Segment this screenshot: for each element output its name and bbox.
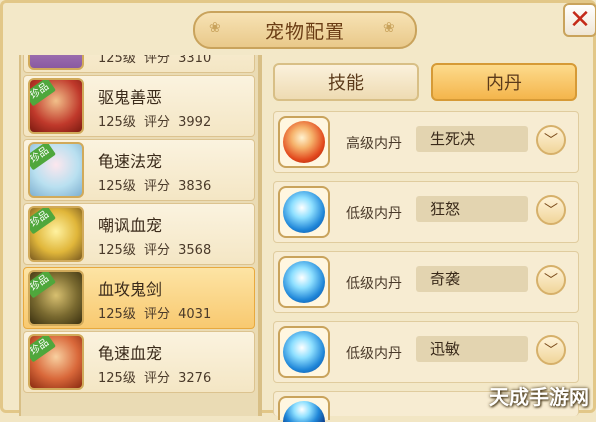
pet-avatar — [28, 55, 84, 70]
inner-core-level: 低级内丹 — [346, 346, 402, 362]
inner-core-name: 奇袭 — [416, 266, 528, 292]
right-ornament-icon: ❀ — [383, 20, 396, 36]
inner-core-level: 高级内丹 — [346, 136, 402, 152]
inner-core-icon-frame[interactable] — [278, 116, 330, 168]
rare-badge: 珍品 — [30, 272, 56, 299]
rare-badge: 珍品 — [30, 208, 56, 235]
chevron-down-icon: ﹀ — [544, 273, 558, 289]
chevron-down-icon: ﹀ — [544, 133, 558, 149]
pet-name: 龟速法宠 — [98, 152, 163, 171]
pet-avatar: 珍品 — [28, 206, 84, 262]
chevron-down-icon: ﹀ — [544, 203, 558, 219]
expand-button[interactable]: ﹀ — [536, 125, 566, 155]
watermark: 天成手游网 — [489, 385, 589, 409]
pet-config-window: ❀ 宠物配置 ❀ ✕ 125级 评分 3310 珍品 驱鬼善恶 125级 评分 … — [0, 0, 596, 422]
pet-list-item[interactable]: 珍品 驱鬼善恶 125级 评分 3992 — [23, 75, 255, 137]
pet-stats: 125级 评分 3276 — [98, 371, 212, 386]
pet-list-scrollbar[interactable] — [258, 55, 262, 416]
pet-name: 驱鬼善恶 — [98, 88, 163, 107]
rare-badge: 珍品 — [30, 80, 56, 107]
ice-orb-icon — [283, 331, 325, 373]
rare-badge: 珍品 — [30, 336, 56, 363]
tab-inner-core[interactable]: 内丹 — [431, 63, 577, 101]
pet-list-item[interactable]: 珍品 嘲讽血宠 125级 评分 3568 — [23, 203, 255, 265]
close-button[interactable]: ✕ — [563, 3, 596, 37]
pet-stats: 125级 评分 3568 — [98, 243, 212, 258]
close-icon: ✕ — [569, 5, 591, 35]
pet-stats: 125级 评分 3836 — [98, 179, 212, 194]
pet-stats: 125级 评分 4031 — [98, 307, 212, 322]
fire-orb-icon — [283, 121, 325, 163]
pet-list-item[interactable]: 125级 评分 3310 — [23, 55, 255, 73]
inner-core-icon-frame[interactable] — [278, 396, 330, 422]
chevron-down-icon: ﹀ — [544, 343, 558, 359]
window-title-bar: ❀ 宠物配置 ❀ — [193, 11, 417, 49]
tab-skill[interactable]: 技能 — [273, 63, 419, 101]
inner-core-slot[interactable]: 低级内丹 狂怒 ﹀ — [273, 181, 579, 243]
pet-stats: 125级 评分 3310 — [98, 55, 212, 66]
ice-orb-icon — [283, 191, 325, 233]
pet-stats: 125级 评分 3992 — [98, 115, 212, 130]
expand-button[interactable]: ﹀ — [536, 195, 566, 225]
expand-button[interactable]: ﹀ — [536, 265, 566, 295]
inner-core-level: 低级内丹 — [346, 276, 402, 292]
ice-orb-icon — [283, 401, 325, 422]
pet-avatar: 珍品 — [28, 142, 84, 198]
inner-core-icon-frame[interactable] — [278, 326, 330, 378]
inner-core-level: 低级内丹 — [346, 206, 402, 222]
inner-core-icon-frame[interactable] — [278, 186, 330, 238]
pet-list-item[interactable]: 珍品 龟速血宠 125级 评分 3276 — [23, 331, 255, 393]
pet-list-item[interactable]: 珍品 龟速法宠 125级 评分 3836 — [23, 139, 255, 201]
pet-name: 龟速血宠 — [98, 344, 163, 363]
pet-name: 血攻鬼剑 — [98, 280, 163, 299]
inner-core-name: 生死决 — [416, 126, 528, 152]
left-ornament-icon: ❀ — [209, 20, 222, 36]
pet-list[interactable]: 125级 评分 3310 珍品 驱鬼善恶 125级 评分 3992 珍品 龟速法… — [19, 55, 261, 416]
pet-avatar: 珍品 — [28, 334, 84, 390]
inner-core-name: 迅敏 — [416, 336, 528, 362]
pet-avatar: 珍品 — [28, 270, 84, 326]
inner-core-slot[interactable]: 高级内丹 生死决 ﹀ — [273, 111, 579, 173]
ice-orb-icon — [283, 261, 325, 303]
inner-core-slot[interactable]: 低级内丹 迅敏 ﹀ — [273, 321, 579, 383]
pet-list-item-selected[interactable]: 珍品 血攻鬼剑 125级 评分 4031 — [23, 267, 255, 329]
rare-badge: 珍品 — [30, 144, 56, 171]
inner-core-slot[interactable]: 低级内丹 奇袭 ﹀ — [273, 251, 579, 313]
pet-avatar: 珍品 — [28, 78, 84, 134]
inner-core-icon-frame[interactable] — [278, 256, 330, 308]
window-title: 宠物配置 — [264, 20, 345, 43]
inner-core-name: 狂怒 — [416, 196, 528, 222]
expand-button[interactable]: ﹀ — [536, 335, 566, 365]
pet-name: 嘲讽血宠 — [98, 216, 163, 235]
